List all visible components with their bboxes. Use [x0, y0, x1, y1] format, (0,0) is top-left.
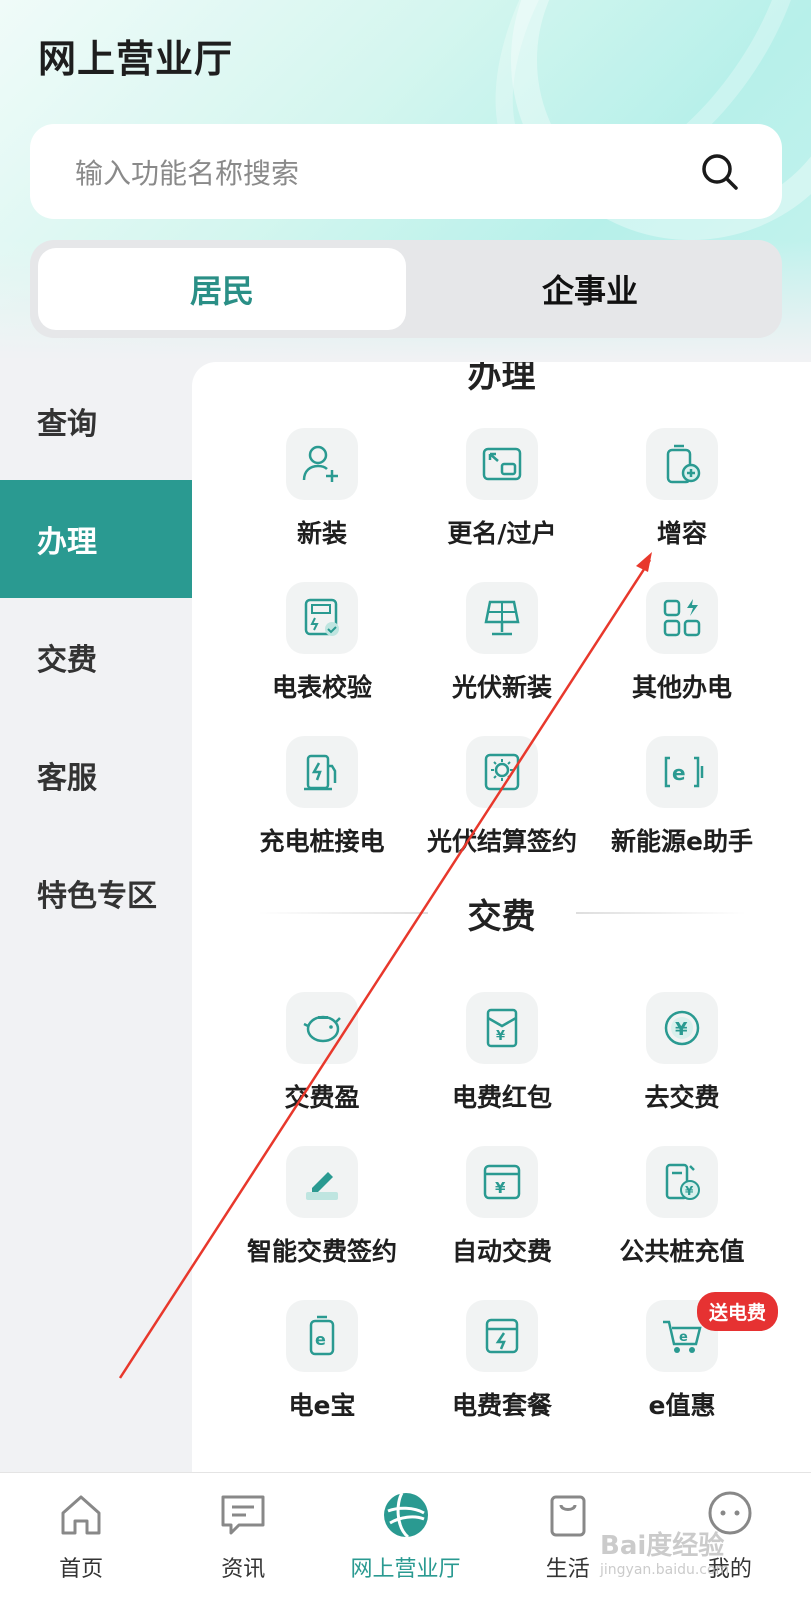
- service-label: 智能交费签约: [246, 1237, 397, 1266]
- search-placeholder: 输入功能名称搜索: [75, 156, 300, 190]
- service-label: 新装: [296, 519, 347, 548]
- service-label: 电费红包: [451, 1083, 552, 1112]
- service-tile-public-pile-recharge[interactable]: ¥ 公共桩充值: [592, 1146, 772, 1300]
- nav-news[interactable]: 资讯: [162, 1473, 324, 1600]
- nav-label: 网上营业厅: [350, 1557, 461, 1582]
- page-title: 网上营业厅: [38, 37, 234, 81]
- sidebar-item-pay[interactable]: 交费: [0, 598, 192, 716]
- service-tile-bill-red-envelope[interactable]: ¥ 电费红包: [412, 992, 592, 1146]
- service-label: 交费盈: [284, 1083, 360, 1112]
- service-label: 电e宝: [288, 1391, 356, 1420]
- service-tile-meter-check[interactable]: 电表校验: [232, 582, 412, 736]
- service-tile-charging-pile[interactable]: 充电桩接电: [232, 736, 412, 890]
- service-tile-go-pay[interactable]: ¥ 去交费: [592, 992, 772, 1146]
- sidebar-item-query[interactable]: 查询: [0, 362, 192, 480]
- service-label: 电费套餐: [451, 1391, 552, 1420]
- search-input[interactable]: 输入功能名称搜索: [30, 124, 782, 219]
- solar-settlement-icon: [466, 736, 538, 808]
- service-tile-pay-earn[interactable]: 交费盈: [232, 992, 412, 1146]
- sidebar-item-featured[interactable]: 特色专区: [0, 834, 192, 952]
- service-tile-smart-pay-sign[interactable]: 智能交费签约: [232, 1146, 412, 1300]
- package-icon: [466, 1300, 538, 1372]
- service-tile-other-power[interactable]: 其他办电: [592, 582, 772, 736]
- yuan-coin-icon: ¥: [646, 992, 718, 1064]
- service-label: 充电桩接电: [259, 827, 385, 856]
- red-envelope-icon: ¥: [466, 992, 538, 1064]
- service-label: 光伏结算签约: [426, 827, 577, 856]
- service-content-panel[interactable]: 办理 新装 更名/过户 增容 电表校验 光伏新装 其他办电 充电桩接电 光伏结算…: [192, 362, 811, 1472]
- category-sidebar: 查询 办理 交费 客服 特色专区: [0, 362, 192, 1472]
- service-tile-capacity-increase[interactable]: 增容: [592, 428, 772, 582]
- service-tile-bill-package[interactable]: 电费套餐: [412, 1300, 592, 1454]
- meter-check-icon: [286, 582, 358, 654]
- svg-text:e: e: [315, 1330, 326, 1349]
- nav-label: 生活: [545, 1557, 590, 1582]
- svg-text:¥: ¥: [675, 1019, 688, 1040]
- svg-text:¥: ¥: [495, 1179, 506, 1197]
- handle-service-grid: 新装 更名/过户 增容 电表校验 光伏新装 其他办电 充电桩接电 光伏结算签约 …: [232, 428, 772, 890]
- svg-text:e: e: [679, 1330, 688, 1345]
- auto-pay-icon: ¥: [466, 1146, 538, 1218]
- service-label: e值惠: [648, 1391, 716, 1420]
- sidebar-item-service[interactable]: 客服: [0, 716, 192, 834]
- globe-icon: [383, 1492, 428, 1539]
- pay-service-grid: 交费盈 ¥ 电费红包 ¥ 去交费 智能交费签约 ¥ 自动交费 ¥ 公共桩充值 e…: [232, 992, 779, 1454]
- nav-label: 资讯: [221, 1557, 266, 1582]
- customer-type-segmented-control: 居民 企事业: [30, 240, 782, 338]
- service-label: 自动交费: [451, 1237, 552, 1266]
- tab-residents[interactable]: 居民: [38, 248, 406, 330]
- divider: [257, 912, 428, 914]
- service-label: 其他办电: [631, 673, 732, 702]
- section-title-pay: 交费: [467, 896, 536, 937]
- nav-home[interactable]: 首页: [0, 1473, 162, 1600]
- service-label: 更名/过户: [447, 519, 557, 548]
- sidebar-item-handle[interactable]: 办理: [0, 480, 192, 598]
- service-label: 电表校验: [271, 673, 372, 702]
- section-title-handle: 办理: [467, 362, 536, 396]
- capacity-add-icon: [646, 428, 718, 500]
- svg-text:¥: ¥: [685, 1184, 694, 1198]
- service-label: 新能源e助手: [611, 827, 753, 856]
- watermark: Bai度经验 jingyan.baidu.com: [600, 1525, 729, 1578]
- service-label: 去交费: [644, 1083, 720, 1112]
- divider: [575, 912, 746, 914]
- service-tile-solar-install[interactable]: 光伏新装: [412, 582, 592, 736]
- solar-panel-icon: [466, 582, 538, 654]
- apps-icon: [646, 582, 718, 654]
- sign-pen-icon: [286, 1146, 358, 1218]
- watermark-url: jingyan.baidu.com: [600, 1562, 730, 1578]
- service-label: 公共桩充值: [619, 1237, 745, 1266]
- news-icon: [221, 1495, 265, 1535]
- transfer-icon: [466, 428, 538, 500]
- public-pile-icon: ¥: [646, 1146, 718, 1218]
- promo-badge: 送电费: [697, 1292, 779, 1331]
- charging-pile-icon: [286, 736, 358, 808]
- service-tile-e-bao[interactable]: e 电e宝: [232, 1300, 412, 1454]
- section-header-pay: 交费: [192, 888, 811, 938]
- e-assistant-icon: e: [646, 736, 718, 808]
- tab-enterprise[interactable]: 企事业: [406, 248, 774, 330]
- home-icon: [61, 1495, 101, 1535]
- service-tile-new-install[interactable]: 新装: [232, 428, 412, 582]
- search-icon[interactable]: [698, 150, 742, 194]
- watermark-brand: Bai度经验: [600, 1531, 725, 1561]
- service-label: 增容: [656, 519, 707, 548]
- service-tile-e-value[interactable]: e e值惠 送电费: [592, 1292, 779, 1454]
- e-battery-icon: e: [286, 1300, 358, 1372]
- service-tile-solar-settlement[interactable]: 光伏结算签约: [412, 736, 592, 890]
- nav-online-hall[interactable]: 网上营业厅: [324, 1473, 486, 1600]
- add-user-icon: [286, 428, 358, 500]
- svg-text:¥: ¥: [496, 1029, 505, 1044]
- service-label: 光伏新装: [451, 673, 552, 702]
- service-tile-rename-transfer[interactable]: 更名/过户: [412, 428, 592, 582]
- piggy-bank-icon: [286, 992, 358, 1064]
- service-tile-auto-pay[interactable]: ¥ 自动交费: [412, 1146, 592, 1300]
- svg-text:e: e: [672, 761, 686, 785]
- nav-label: 首页: [59, 1557, 104, 1582]
- service-tile-new-energy-assistant[interactable]: e 新能源e助手: [592, 736, 772, 890]
- bag-icon: [550, 1495, 586, 1537]
